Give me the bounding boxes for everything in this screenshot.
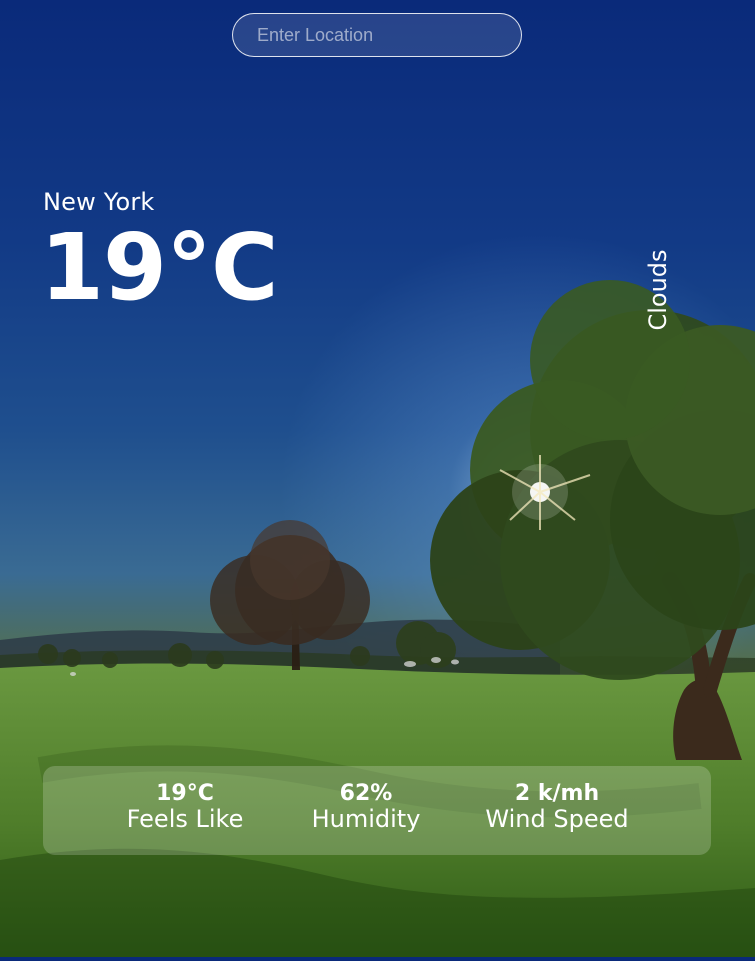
stat-feels-like: 19°C Feels Like [126, 781, 244, 834]
feels-like-label: Feels Like [126, 805, 244, 834]
humidity-value: 62% [339, 781, 393, 806]
stat-humidity: 62% Humidity [311, 781, 421, 834]
wind-speed-value: 2 k/mh [514, 781, 600, 806]
current-temperature: 19°C [40, 214, 279, 321]
humidity-label: Humidity [311, 805, 421, 834]
stat-wind-speed: 2 k/mh Wind Speed [485, 781, 629, 834]
city-name: New York [43, 188, 155, 216]
location-search-input[interactable] [232, 13, 522, 57]
weather-condition: Clouds [644, 249, 672, 331]
feels-like-value: 19°C [156, 781, 214, 806]
wind-speed-label: Wind Speed [485, 805, 629, 834]
weather-stats-panel: 19°C Feels Like 62% Humidity 2 k/mh Wind… [43, 766, 711, 855]
